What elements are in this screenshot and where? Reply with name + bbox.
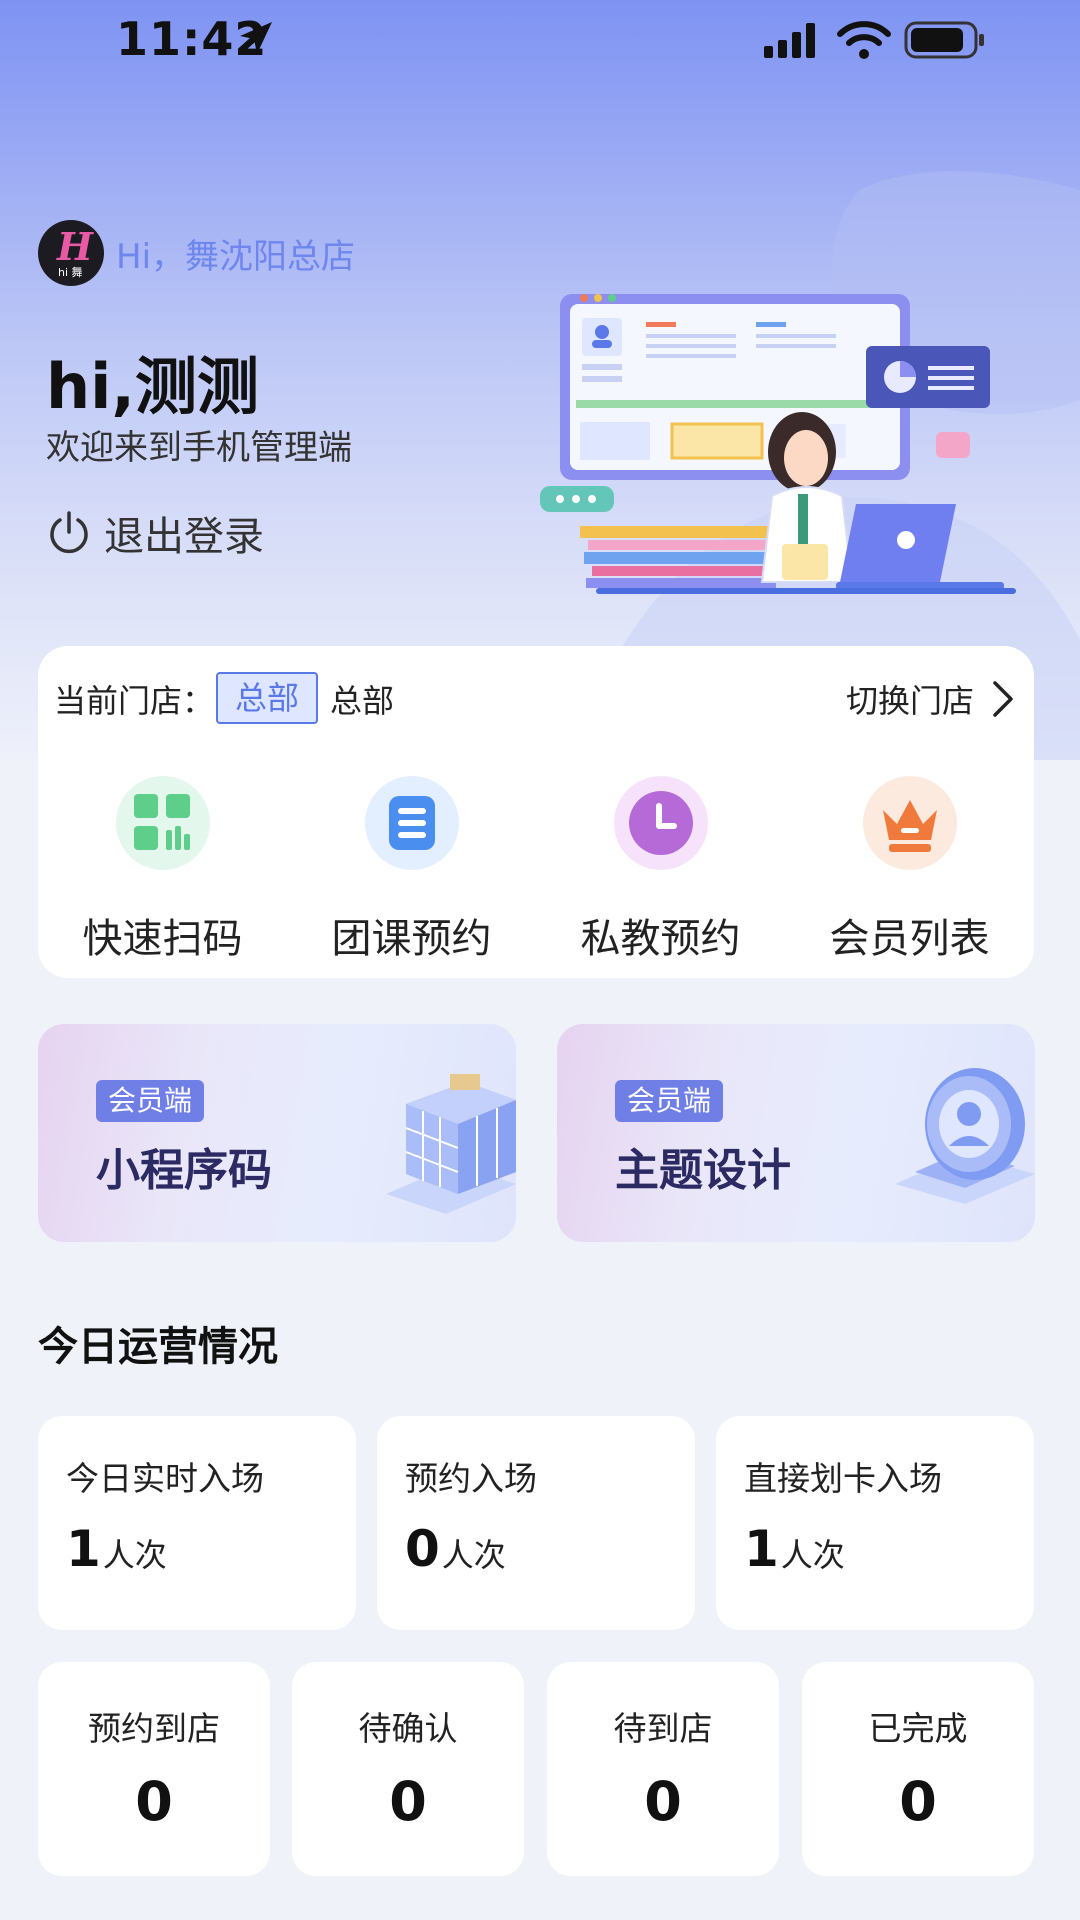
stat-value: 1 — [744, 1520, 779, 1578]
stat-label: 待到店 — [613, 1709, 713, 1748]
stat-value: 1 — [66, 1520, 101, 1578]
avatar-illustration-icon — [895, 1068, 1035, 1204]
stat-value: 0 — [899, 1770, 937, 1833]
location-arrow-icon — [240, 22, 272, 54]
quick-action-label: 团课预约 — [331, 916, 492, 962]
power-icon — [50, 511, 88, 554]
banner-title: 小程序码 — [96, 1145, 272, 1196]
stat-card-booking-entry[interactable]: 预约入场 0 人次 — [377, 1416, 695, 1630]
private-class-booking-button[interactable]: 私教预约 — [536, 776, 785, 964]
battery-icon — [904, 21, 984, 59]
stat-label: 已完成 — [868, 1709, 968, 1748]
stat-label: 直接划卡入场 — [744, 1459, 942, 1498]
logout-label: 退出登录 — [104, 514, 264, 560]
stat-value: 0 — [389, 1770, 427, 1833]
group-class-booking-button[interactable]: 团课预约 — [287, 776, 536, 964]
stat-unit: 人次 — [102, 1536, 167, 1574]
stat-card-pending-confirm[interactable]: 待确认 0 — [292, 1662, 524, 1876]
status-bar: 11:42 — [0, 0, 1080, 84]
banner-tag: 会员端 — [96, 1080, 205, 1122]
theme-design-banner[interactable]: 会员端 主题设计 — [557, 1024, 1035, 1242]
switch-store-label: 切换门店 — [845, 682, 974, 720]
current-store-name: 总部 — [330, 682, 395, 720]
logout-button[interactable]: 退出登录 — [46, 504, 264, 562]
quick-action-label: 快速扫码 — [82, 916, 243, 962]
stat-value: 0 — [405, 1520, 440, 1578]
quick-action-label: 私教预约 — [580, 916, 741, 962]
store-logo: Hhi 舞 — [38, 220, 104, 286]
store-badge: 总部 — [216, 672, 318, 724]
stat-value: 0 — [644, 1770, 682, 1833]
store-greeting-row: Hhi 舞 Hi，舞沈阳总店 — [38, 220, 355, 286]
stat-card-pending-arrival[interactable]: 待到店 0 — [547, 1662, 779, 1876]
quick-scan-button[interactable]: 快速扫码 — [38, 776, 287, 964]
stat-value: 0 — [135, 1770, 173, 1833]
stat-label: 今日实时入场 — [66, 1459, 264, 1498]
admin-illustration — [540, 294, 1016, 594]
banner-tag: 会员端 — [615, 1080, 724, 1122]
operations-section-title: 今日运营情况 — [38, 1324, 278, 1370]
chevron-right-icon — [993, 681, 1013, 717]
store-greeting: Hi，舞沈阳总店 — [116, 236, 356, 277]
scan-grid-icon — [115, 776, 210, 870]
store-card: 当前门店： 总部 总部 切换门店 快速扫码 团课预约 私教预约 会员列表 — [38, 646, 1034, 978]
crown-icon — [862, 776, 957, 870]
stat-card-completed[interactable]: 已完成 0 — [802, 1662, 1034, 1876]
switch-store-button[interactable]: 切换门店 — [846, 676, 1014, 722]
quick-action-label: 会员列表 — [829, 916, 990, 962]
stat-card-realtime-entry[interactable]: 今日实时入场 1 人次 — [38, 1416, 356, 1630]
stat-unit: 人次 — [780, 1536, 845, 1574]
welcome-text: 欢迎来到手机管理端 — [46, 428, 352, 468]
member-list-button[interactable]: 会员列表 — [785, 776, 1034, 964]
current-store-label: 当前门店： — [54, 682, 215, 720]
cube-illustration-icon — [386, 1074, 516, 1214]
stat-label: 待确认 — [358, 1709, 458, 1748]
mini-program-code-banner[interactable]: 会员端 小程序码 — [38, 1024, 516, 1242]
stat-label: 预约入场 — [405, 1459, 537, 1498]
clock-icon — [613, 776, 708, 870]
stat-card-card-swipe-entry[interactable]: 直接划卡入场 1 人次 — [716, 1416, 1034, 1630]
list-icon — [364, 776, 459, 870]
stat-card-booked-arrival[interactable]: 预约到店 0 — [38, 1662, 270, 1876]
stat-unit: 人次 — [441, 1536, 506, 1574]
stat-label: 预约到店 — [88, 1709, 220, 1748]
banner-title: 主题设计 — [615, 1145, 791, 1196]
wifi-icon — [837, 21, 891, 59]
user-greeting-title: hi,测测 — [46, 350, 259, 423]
cellular-signal-icon — [764, 23, 815, 58]
